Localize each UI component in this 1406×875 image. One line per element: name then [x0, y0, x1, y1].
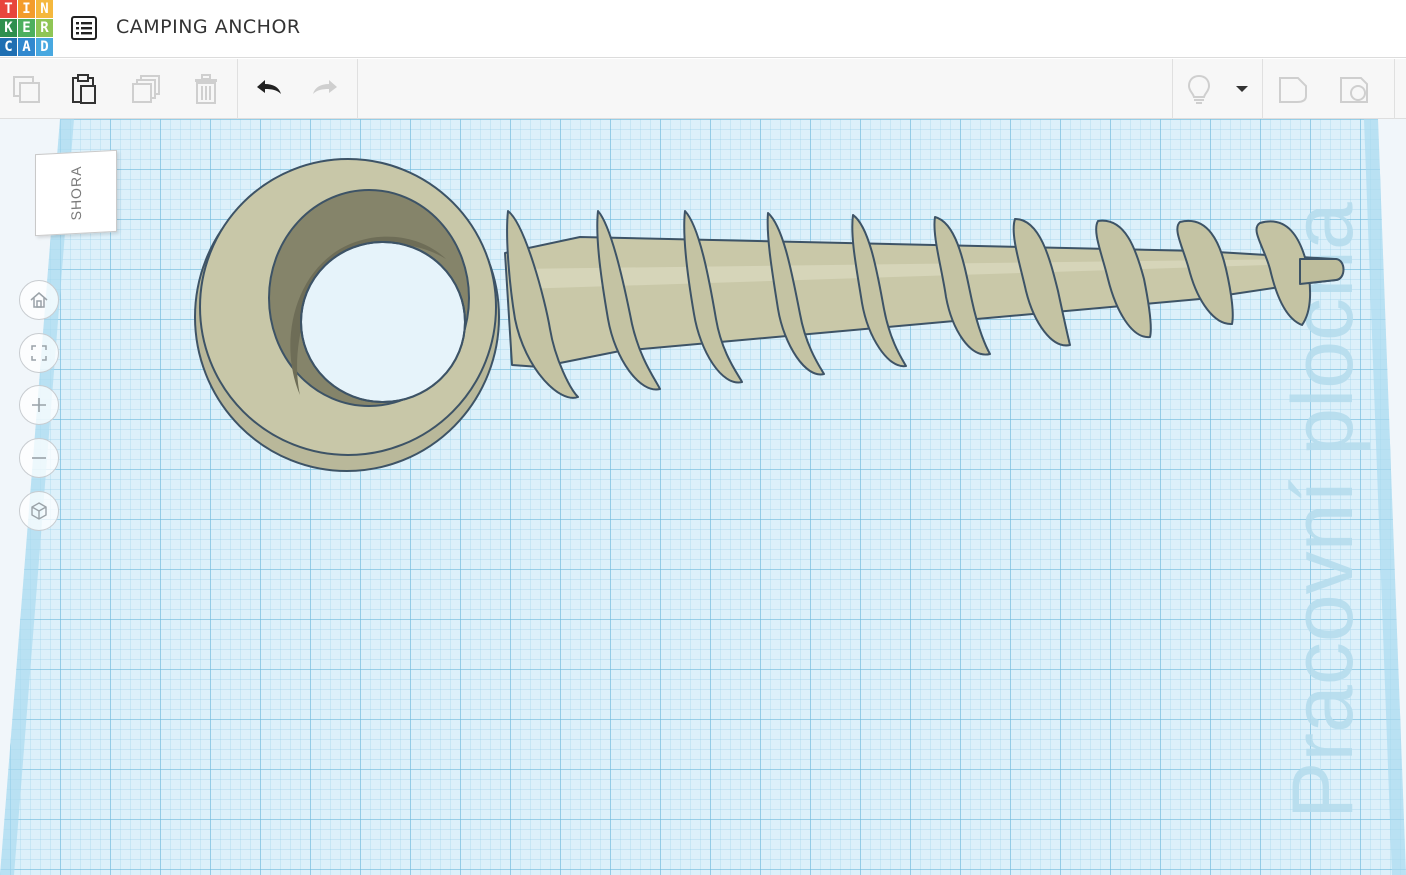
logo-letter: E [18, 19, 35, 37]
logo-letter: A [18, 38, 35, 56]
toolbar-divider [357, 59, 358, 119]
logo-letter: N [36, 0, 53, 18]
tinkercad-logo[interactable]: T I N K E R C A D [0, 0, 54, 56]
undo-button[interactable] [248, 69, 288, 109]
perspective-toggle-button[interactable] [19, 491, 59, 531]
light-dropdown-button[interactable] [1224, 69, 1260, 109]
toolbar-divider [237, 59, 238, 119]
paste-button[interactable] [64, 69, 104, 109]
camping-anchor-model[interactable] [0, 119, 1406, 875]
copy-icon [13, 76, 40, 103]
fit-view-button[interactable] [19, 333, 59, 373]
duplicate-icon [132, 75, 160, 103]
edit-toolbar [0, 59, 1406, 119]
logo-letter: R [36, 19, 53, 37]
delete-icon [195, 74, 217, 104]
view-cube[interactable]: SHORA [35, 149, 117, 237]
design-title[interactable]: CAMPING ANCHOR [116, 16, 301, 38]
notes-button[interactable] [1273, 69, 1313, 109]
logo-letter: K [0, 19, 17, 37]
redo-button[interactable] [306, 69, 346, 109]
paste-icon [72, 74, 96, 104]
logo-letter: C [0, 38, 17, 56]
logo-letter: D [36, 38, 53, 56]
toolbar-divider [1262, 59, 1263, 119]
app-header: T I N K E R C A D CAMPING ANCHOR [0, 0, 1406, 58]
design-menu-button[interactable] [69, 14, 99, 42]
redo-icon [313, 80, 337, 94]
view-cube-label: SHORA [68, 165, 84, 221]
shape-comment-icon [1340, 77, 1368, 103]
home-view-button[interactable] [19, 280, 59, 320]
zoom-in-icon [32, 398, 46, 412]
light-bulb-icon [1187, 74, 1211, 104]
toolbar-divider [1172, 59, 1173, 119]
shape-note-icon [1279, 77, 1307, 103]
delete-button[interactable] [186, 69, 226, 109]
fit-view-icon [31, 345, 47, 361]
light-bulb-button[interactable] [1179, 69, 1219, 109]
copy-button[interactable] [6, 69, 46, 109]
zoom-out-button[interactable] [19, 438, 59, 478]
list-icon [71, 16, 97, 40]
undo-icon [257, 80, 281, 94]
comments-button[interactable] [1334, 69, 1374, 109]
toolbar-divider [1394, 59, 1395, 119]
zoom-in-button[interactable] [19, 385, 59, 425]
home-icon [30, 292, 48, 308]
perspective-icon [31, 502, 47, 520]
zoom-out-icon [32, 457, 46, 459]
dropdown-arrow-icon [1236, 86, 1248, 92]
duplicate-button[interactable] [126, 69, 166, 109]
logo-letter: T [0, 0, 17, 18]
logo-letter: I [18, 0, 35, 18]
workplane-viewport[interactable]: Pracovní plocha SHORA [0, 119, 1406, 875]
